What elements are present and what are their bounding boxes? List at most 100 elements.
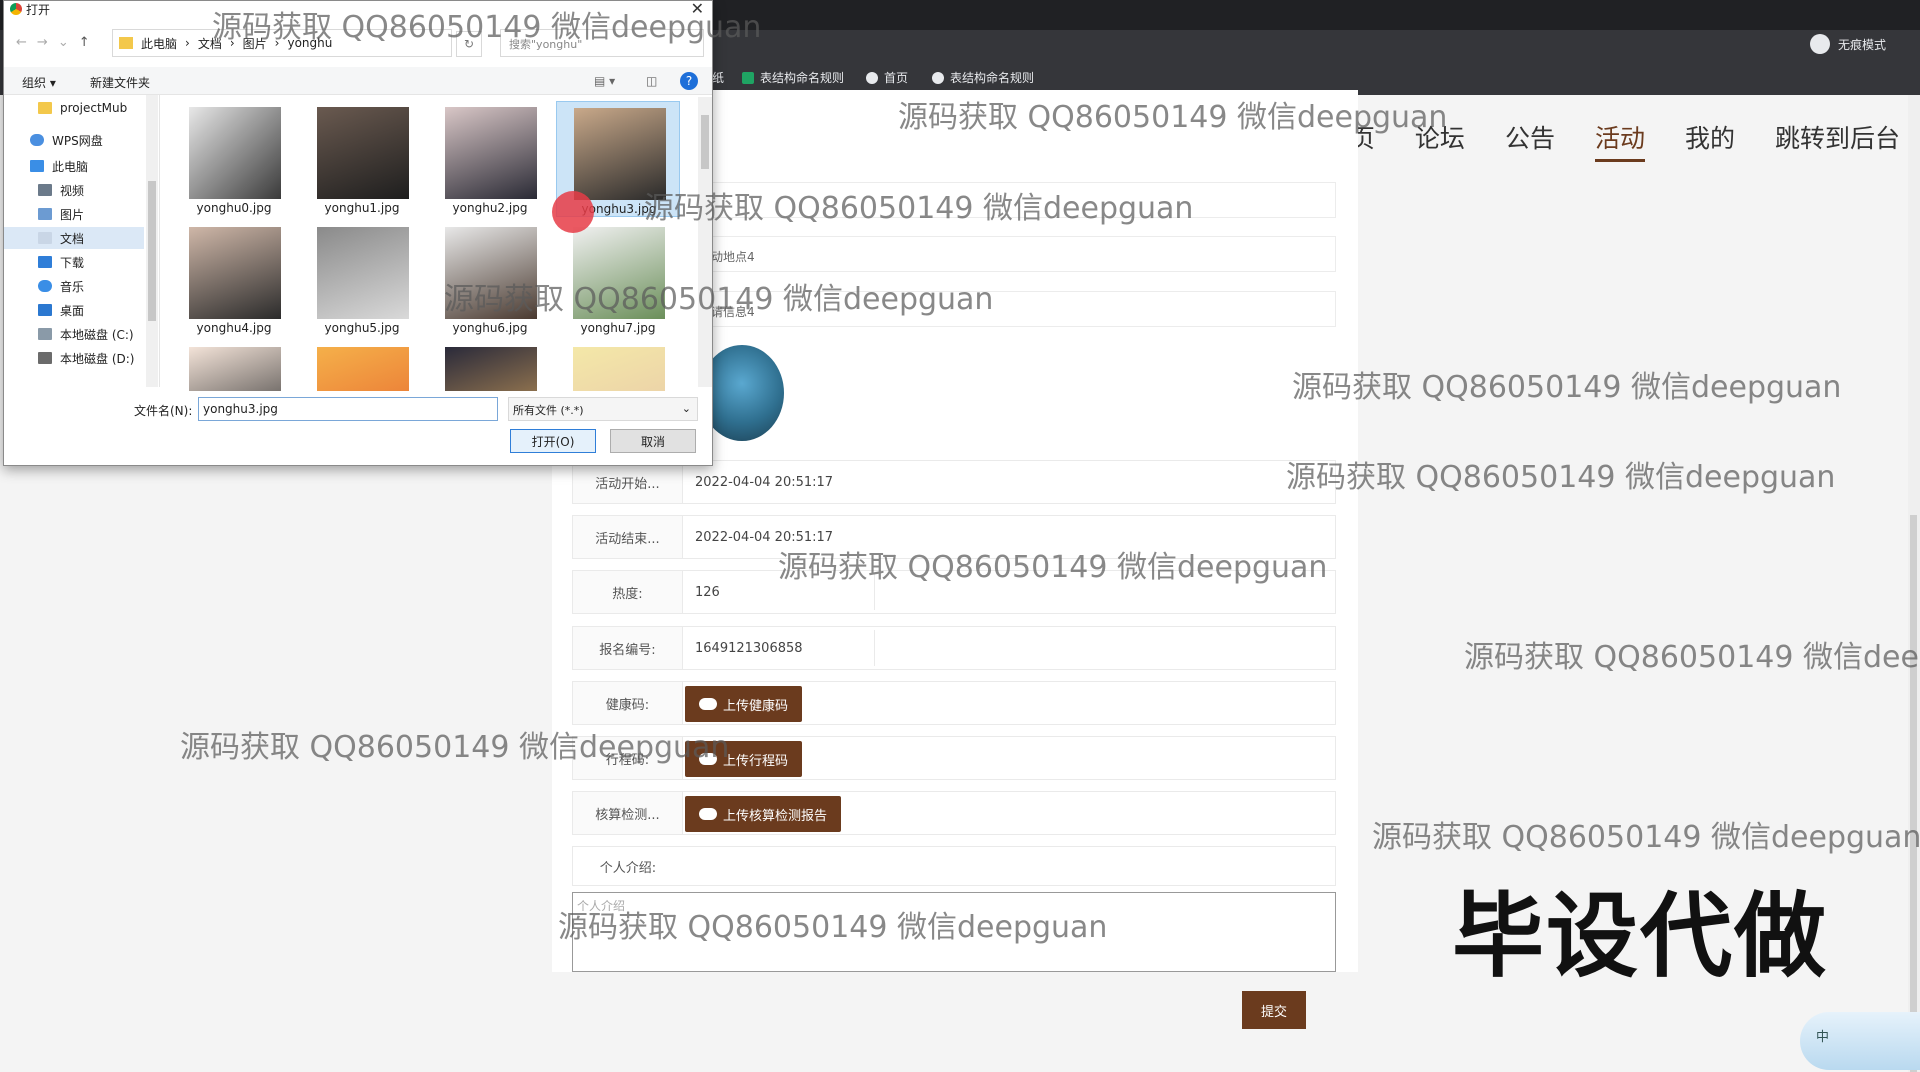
preview-pane-icon[interactable]: ◫ <box>646 74 657 88</box>
nucleic-row: 核算检测... 上传核算检测报告 <box>572 791 1336 835</box>
filename-input[interactable]: yonghu3.jpg <box>198 397 498 421</box>
cancel-button[interactable]: 取消 <box>610 429 696 453</box>
filetype-select[interactable]: 所有文件 (*.*) ⌄ <box>508 397 698 421</box>
chrome-icon <box>10 3 22 15</box>
breadcrumb-0[interactable]: 此电脑 <box>141 35 177 52</box>
cloud-upload-icon <box>699 698 717 710</box>
drive-icon <box>38 352 52 364</box>
sheet-icon <box>742 71 754 84</box>
new-folder-button[interactable]: 新建文件夹 <box>90 74 150 91</box>
bookmark-label: 首页 <box>884 71 909 85</box>
end-time-label: 活动结束... <box>573 516 683 558</box>
upload-nucleic-button[interactable]: 上传核算检测报告 <box>685 796 842 832</box>
music-icon <box>38 280 52 292</box>
bookmark-1[interactable]: 表结构命名规则 <box>742 69 844 86</box>
sidebar-item-label: 此电脑 <box>52 159 89 174</box>
back-arrow-icon[interactable]: ← <box>16 35 27 50</box>
image-thumbnail <box>317 347 409 391</box>
file-tile[interactable] <box>556 341 680 391</box>
nav-admin[interactable]: 跳转到后台 <box>1775 119 1900 162</box>
watermark-text: 源码获取 QQ86050149 微信deepguan <box>1372 820 1920 855</box>
file-tile[interactable] <box>300 341 424 391</box>
page-scrollbar-thumb[interactable] <box>1910 515 1917 1072</box>
file-tile[interactable]: yonghu0.jpg <box>172 101 296 217</box>
watermark-text: 源码获取 QQ86050149 微信deepguan <box>644 191 1194 226</box>
organize-button[interactable]: 组织 ▾ <box>22 74 56 91</box>
image-thumbnail <box>445 107 537 199</box>
file-name: yonghu0.jpg <box>196 201 272 215</box>
image-thumbnail <box>317 227 409 319</box>
forward-arrow-icon[interactable]: → <box>37 35 48 50</box>
signup-value[interactable]: 1649121306858 <box>695 627 803 669</box>
image-thumbnail <box>573 347 665 391</box>
file-tile[interactable]: yonghu5.jpg <box>300 221 424 337</box>
bookmark-2[interactable]: 首页 <box>866 69 908 86</box>
file-tile[interactable]: yonghu1.jpg <box>300 101 424 217</box>
cloud-icon <box>30 134 44 146</box>
health-row: 健康码: 上传健康码 <box>572 681 1336 725</box>
watermark-text: 源码获取 QQ86050149 微信deepguan <box>1292 370 1842 405</box>
dropdown-arrow-icon[interactable]: ⌄ <box>58 35 69 50</box>
file-grid: yonghu0.jpg yonghu1.jpg yonghu2.jpg yong… <box>172 101 692 391</box>
ime-indicator[interactable]: 中 <box>1800 1012 1920 1070</box>
file-tile[interactable]: yonghu2.jpg <box>428 101 552 217</box>
sidebar-item-documents[interactable]: 文档 <box>4 227 144 249</box>
upload-trip-label: 上传行程码 <box>723 753 789 769</box>
watermark-text: 源码获取 QQ86050149 微信deepguan <box>444 282 994 317</box>
filename-label: 文件名(N): <box>134 404 193 418</box>
nucleic-label: 核算检测... <box>573 792 683 834</box>
sidebar-scrollbar[interactable] <box>146 95 158 387</box>
file-open-dialog: 打开 ✕ ← → ⌄ ↑ 此电脑 › 文档 › 图片 › yonghu ↻ 搜索… <box>3 0 713 466</box>
globe-icon <box>866 71 878 84</box>
file-tile[interactable]: yonghu4.jpg <box>172 221 296 337</box>
submit-button[interactable]: 提交 <box>1242 991 1306 1029</box>
heat-label: 热度: <box>573 571 683 613</box>
dialog-command-bar: 组织 ▾ 新建文件夹 ▤ ▾ ◫ ? <box>4 67 712 95</box>
sidebar-item-label: 图片 <box>60 207 85 222</box>
sidebar-item-label: 视频 <box>60 183 85 198</box>
nav-activity[interactable]: 活动 <box>1594 119 1645 162</box>
location-text: 动地点4 <box>711 250 755 264</box>
up-arrow-icon[interactable]: ↑ <box>79 35 90 50</box>
image-thumbnail <box>189 107 281 199</box>
nav-notice[interactable]: 公告 <box>1505 119 1555 162</box>
bookmark-label: 纸 <box>712 71 725 85</box>
file-name: yonghu6.jpg <box>452 321 528 335</box>
page-scrollbar[interactable] <box>1908 95 1920 1072</box>
health-label: 健康码: <box>573 682 683 724</box>
start-time-label: 活动开始... <box>573 461 683 503</box>
incognito-indicator[interactable]: 无痕模式 <box>1809 34 1886 54</box>
picture-icon <box>38 208 52 220</box>
filetype-value: 所有文件 (*.*) <box>513 404 584 417</box>
intro-label: 个人介绍: <box>573 847 683 885</box>
start-time-value[interactable]: 2022-04-04 20:51:17 <box>695 461 833 503</box>
signup-label: 报名编号: <box>573 627 683 669</box>
overlay-banner: 毕设代做 <box>1452 883 1829 990</box>
open-button[interactable]: 打开(O) <box>510 429 596 453</box>
chevron-down-icon: ⌄ <box>681 402 691 415</box>
file-grid-scrollbar-thumb[interactable] <box>701 115 709 169</box>
file-grid-scrollbar[interactable] <box>698 97 712 387</box>
click-indicator <box>552 191 594 233</box>
bookmark-3[interactable]: 表结构命名规则 <box>932 69 1034 86</box>
watermark-text: 源码获取 QQ86050149 微信deepguan <box>898 100 1448 135</box>
upload-health-button[interactable]: 上传健康码 <box>685 686 803 722</box>
help-icon[interactable]: ? <box>680 72 698 90</box>
file-name: yonghu2.jpg <box>452 201 528 215</box>
cloud-upload-icon <box>699 808 717 820</box>
signup-row: 报名编号: 1649121306858 <box>572 626 1336 670</box>
heat-value[interactable]: 126 <box>695 571 720 613</box>
file-tile[interactable] <box>172 341 296 391</box>
sidebar-item-label: WPS网盘 <box>52 133 103 148</box>
bookmark-0[interactable]: 纸 <box>712 69 724 86</box>
folder-icon <box>38 102 52 114</box>
file-tile[interactable] <box>428 341 552 391</box>
drive-icon <box>38 328 52 340</box>
view-options-icon[interactable]: ▤ ▾ <box>594 74 615 88</box>
nav-mine[interactable]: 我的 <box>1685 119 1735 162</box>
sidebar-item-label: 音乐 <box>60 279 85 294</box>
sidebar-scrollbar-thumb[interactable] <box>148 181 156 321</box>
sidebar-item-label: 本地磁盘 (D:) <box>60 351 135 366</box>
image-thumbnail <box>317 107 409 199</box>
bookmark-label: 表结构命名规则 <box>760 71 845 85</box>
